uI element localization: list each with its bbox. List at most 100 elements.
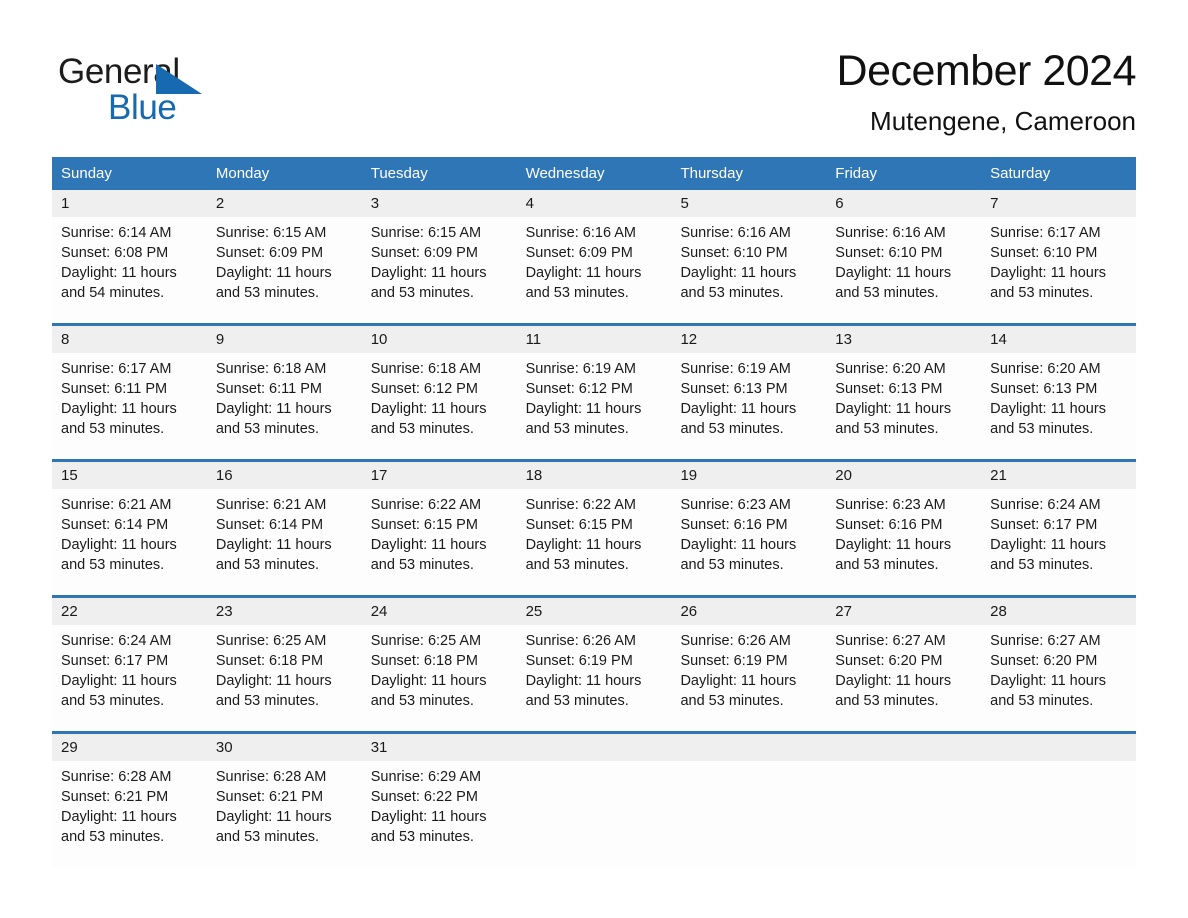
title-block: December 2024 Mutengene, Cameroon <box>837 44 1137 136</box>
day-cell[interactable]: Sunrise: 6:20 AM Sunset: 6:13 PM Dayligh… <box>826 353 981 459</box>
sunset-text: Sunset: 6:13 PM <box>990 381 1098 397</box>
day-cell[interactable]: Sunrise: 6:19 AM Sunset: 6:12 PM Dayligh… <box>517 353 672 459</box>
day-cell[interactable]: Sunrise: 6:29 AM Sunset: 6:22 PM Dayligh… <box>362 761 517 867</box>
date-number[interactable]: 9 <box>207 326 362 353</box>
day-cell[interactable]: Sunrise: 6:14 AM Sunset: 6:08 PM Dayligh… <box>52 217 207 323</box>
day-header-monday: Monday <box>215 165 270 182</box>
daylight-text-line2: and 53 minutes. <box>680 285 784 301</box>
sunrise-text: Sunrise: 6:28 AM <box>215 769 327 785</box>
date-number[interactable]: 24 <box>362 598 517 625</box>
date-number[interactable]: 31 <box>362 734 517 761</box>
day-cell[interactable]: Sunrise: 6:26 AM Sunset: 6:19 PM Dayligh… <box>517 625 672 731</box>
date-number[interactable]: 2 <box>207 190 362 217</box>
day-cell[interactable]: Sunrise: 6:27 AM Sunset: 6:20 PM Dayligh… <box>826 625 981 731</box>
day-cell[interactable]: Sunrise: 6:21 AM Sunset: 6:14 PM Dayligh… <box>52 489 207 595</box>
date-number[interactable]: 5 <box>671 190 826 217</box>
day-cell[interactable]: Sunrise: 6:27 AM Sunset: 6:20 PM Dayligh… <box>981 625 1136 731</box>
sunrise-text: Sunrise: 6:22 AM <box>370 497 482 513</box>
day-cell[interactable]: Sunrise: 6:16 AM Sunset: 6:10 PM Dayligh… <box>826 217 981 323</box>
sunset-text: Sunset: 6:14 PM <box>61 517 169 533</box>
week-detail-band: Sunrise: 6:24 AM Sunset: 6:17 PM Dayligh… <box>52 625 1136 731</box>
date-number[interactable]: 25 <box>517 598 672 625</box>
day-cell[interactable]: Sunrise: 6:23 AM Sunset: 6:16 PM Dayligh… <box>826 489 981 595</box>
date-number[interactable]: 11 <box>517 326 672 353</box>
sunrise-text: Sunrise: 6:24 AM <box>61 633 172 649</box>
sunrise-text: Sunrise: 6:26 AM <box>680 633 791 649</box>
date-number[interactable]: 10 <box>362 326 517 353</box>
day-cell[interactable]: Sunrise: 6:28 AM Sunset: 6:21 PM Dayligh… <box>207 761 362 867</box>
sunset-text: Sunset: 6:13 PM <box>835 381 943 397</box>
sunset-text: Sunset: 6:08 PM <box>61 245 169 261</box>
date-number[interactable]: 22 <box>52 598 207 625</box>
day-cell[interactable]: Sunrise: 6:25 AM Sunset: 6:18 PM Dayligh… <box>207 625 362 731</box>
daylight-text-line1: Daylight: 11 hours <box>680 537 797 553</box>
date-number[interactable]: 20 <box>826 462 981 489</box>
date-number[interactable]: 15 <box>52 462 207 489</box>
date-number[interactable]: 26 <box>671 598 826 625</box>
date-number[interactable]: 16 <box>207 462 362 489</box>
date-number[interactable]: 21 <box>981 462 1136 489</box>
sunrise-text: Sunrise: 6:15 AM <box>215 225 327 241</box>
daylight-text-line1: Daylight: 11 hours <box>370 401 487 417</box>
date-number[interactable]: 28 <box>981 598 1136 625</box>
date-number[interactable]: 17 <box>362 462 517 489</box>
daylight-text-line1: Daylight: 11 hours <box>61 265 177 281</box>
date-number[interactable]: 18 <box>517 462 672 489</box>
daylight-text-line2: and 53 minutes. <box>680 693 784 709</box>
day-cell[interactable]: Sunrise: 6:20 AM Sunset: 6:13 PM Dayligh… <box>981 353 1136 459</box>
sunrise-text: Sunrise: 6:24 AM <box>990 497 1101 513</box>
day-cell[interactable]: Sunrise: 6:22 AM Sunset: 6:15 PM Dayligh… <box>362 489 517 595</box>
day-cell[interactable]: Sunrise: 6:23 AM Sunset: 6:16 PM Dayligh… <box>671 489 826 595</box>
sunrise-text: Sunrise: 6:18 AM <box>215 361 327 377</box>
logo-word-blue: Blue <box>108 88 177 127</box>
sunset-text: Sunset: 6:22 PM <box>370 789 478 805</box>
day-cell[interactable]: Sunrise: 6:16 AM Sunset: 6:10 PM Dayligh… <box>671 217 826 323</box>
date-number[interactable]: 7 <box>981 190 1136 217</box>
date-number[interactable]: 4 <box>517 190 672 217</box>
day-cell[interactable]: Sunrise: 6:18 AM Sunset: 6:11 PM Dayligh… <box>207 353 362 459</box>
day-cell[interactable]: Sunrise: 6:15 AM Sunset: 6:09 PM Dayligh… <box>207 217 362 323</box>
day-cell[interactable]: Sunrise: 6:25 AM Sunset: 6:18 PM Dayligh… <box>362 625 517 731</box>
daylight-text-line1: Daylight: 11 hours <box>835 401 952 417</box>
date-number[interactable]: 19 <box>671 462 826 489</box>
day-cell[interactable]: Sunrise: 6:28 AM Sunset: 6:21 PM Dayligh… <box>52 761 207 867</box>
date-number[interactable]: 1 <box>52 190 207 217</box>
date-number[interactable]: 3 <box>362 190 517 217</box>
date-number[interactable]: 6 <box>826 190 981 217</box>
date-number[interactable]: 23 <box>207 598 362 625</box>
sunset-text: Sunset: 6:12 PM <box>525 381 633 397</box>
day-cell-empty <box>517 761 672 867</box>
date-number[interactable]: 13 <box>826 326 981 353</box>
date-number[interactable]: 12 <box>671 326 826 353</box>
sunrise-text: Sunrise: 6:15 AM <box>370 225 482 241</box>
daylight-text-line1: Daylight: 11 hours <box>370 537 487 553</box>
day-cell[interactable]: Sunrise: 6:18 AM Sunset: 6:12 PM Dayligh… <box>362 353 517 459</box>
date-number[interactable]: 30 <box>207 734 362 761</box>
day-cell[interactable]: Sunrise: 6:16 AM Sunset: 6:09 PM Dayligh… <box>517 217 672 323</box>
day-cell[interactable]: Sunrise: 6:17 AM Sunset: 6:11 PM Dayligh… <box>52 353 207 459</box>
daylight-text-line2: and 53 minutes. <box>990 421 1094 437</box>
date-number[interactable]: 14 <box>981 326 1136 353</box>
daylight-text-line1: Daylight: 11 hours <box>680 265 797 281</box>
day-cell[interactable]: Sunrise: 6:24 AM Sunset: 6:17 PM Dayligh… <box>981 489 1136 595</box>
date-number[interactable]: 27 <box>826 598 981 625</box>
day-cell[interactable]: Sunrise: 6:26 AM Sunset: 6:19 PM Dayligh… <box>671 625 826 731</box>
general-blue-logo[interactable]: General Blue <box>58 52 318 132</box>
day-cell[interactable]: Sunrise: 6:24 AM Sunset: 6:17 PM Dayligh… <box>52 625 207 731</box>
day-cell[interactable]: Sunrise: 6:19 AM Sunset: 6:13 PM Dayligh… <box>671 353 826 459</box>
day-cell[interactable]: Sunrise: 6:17 AM Sunset: 6:10 PM Dayligh… <box>981 217 1136 323</box>
date-number[interactable]: 29 <box>52 734 207 761</box>
daylight-text-line1: Daylight: 11 hours <box>835 265 952 281</box>
day-cell[interactable]: Sunrise: 6:15 AM Sunset: 6:09 PM Dayligh… <box>362 217 517 323</box>
day-cell[interactable]: Sunrise: 6:21 AM Sunset: 6:14 PM Dayligh… <box>207 489 362 595</box>
daylight-text-line1: Daylight: 11 hours <box>215 673 332 689</box>
daylight-text-line1: Daylight: 11 hours <box>370 809 487 825</box>
sunset-text: Sunset: 6:10 PM <box>990 245 1098 261</box>
daylight-text-line1: Daylight: 11 hours <box>61 537 177 553</box>
daylight-text-line1: Daylight: 11 hours <box>61 809 177 825</box>
sunrise-text: Sunrise: 6:16 AM <box>835 225 946 241</box>
sunrise-text: Sunrise: 6:23 AM <box>835 497 946 513</box>
daylight-text-line2: and 53 minutes. <box>215 421 320 437</box>
date-number[interactable]: 8 <box>52 326 207 353</box>
day-cell[interactable]: Sunrise: 6:22 AM Sunset: 6:15 PM Dayligh… <box>517 489 672 595</box>
